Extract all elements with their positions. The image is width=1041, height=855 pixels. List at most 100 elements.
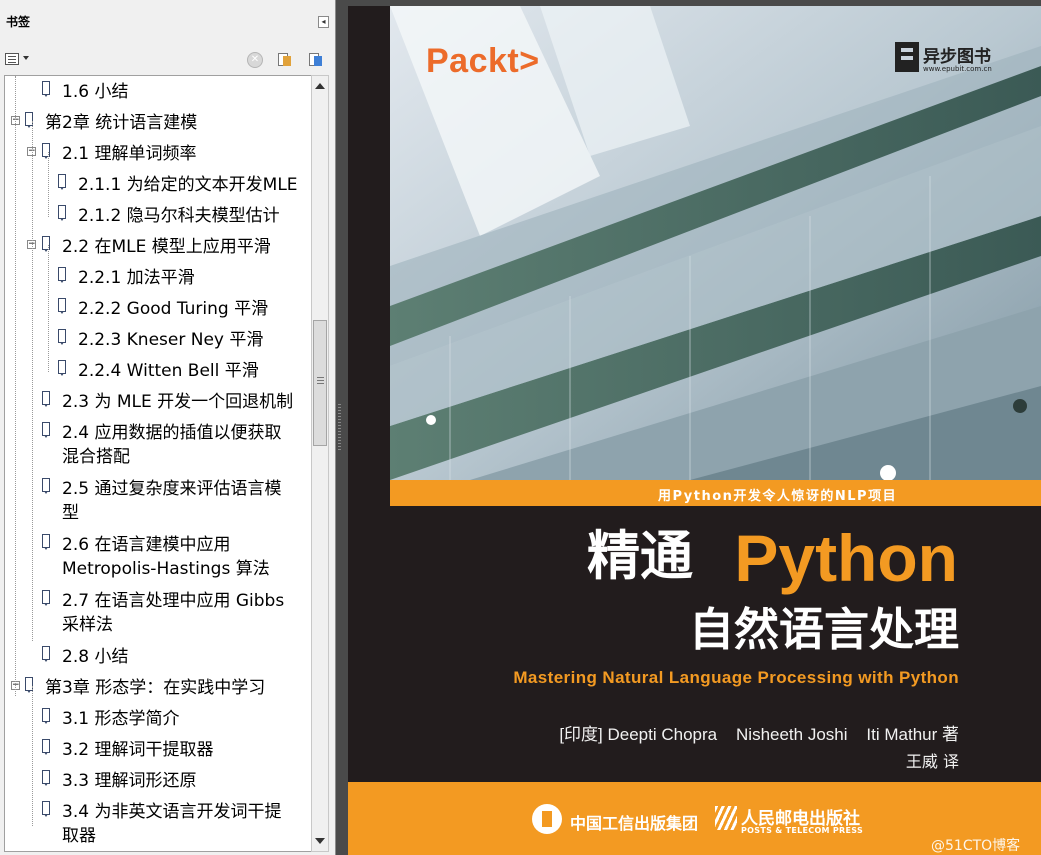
tree-guide-line — [48, 245, 49, 372]
bookmark-label: 2.2 在MLE 模型上应用平滑 — [62, 237, 271, 257]
title-python: Python — [734, 521, 958, 595]
tree-guide-line — [48, 152, 49, 217]
bookmark-icon — [42, 770, 50, 786]
bookmark-label-continued: Metropolis-Hastings 算法 — [62, 559, 270, 579]
bookmark-label: 第3章 形态学：在实践中学习 — [45, 678, 266, 698]
bookmark-icon — [42, 478, 50, 494]
bookmark-icon — [58, 267, 66, 283]
bookmark-icon — [42, 739, 50, 755]
publisher-band: 中国工信出版集团 人民邮电出版社 POSTS & TELECOM PRESS @… — [348, 782, 1041, 855]
bookmark-tree: 1.6 小结 − 第2章 统计语言建模 −2.1 理解单词频率 2.1.1 为给定的文本… — [4, 75, 311, 852]
bookmark-icon — [58, 205, 66, 221]
posts-telecom-logo-icon — [715, 806, 737, 830]
title-line2: 自然语言处理 — [688, 603, 959, 656]
splitter-grip-icon — [338, 404, 341, 450]
bookmark-item[interactable]: 3.4 为非英文语言开发词干提 取器 — [5, 800, 311, 851]
bookmark-item[interactable]: 2.2.1 加法平滑 — [5, 266, 311, 291]
bookmark-label: 第2章 统计语言建模 — [45, 113, 198, 133]
epubit-logo: 异步图书 www.epubit.com.cn — [895, 40, 1015, 80]
bookmark-item[interactable]: 2.8 小结 — [5, 645, 311, 670]
bookmark-label: 2.2.4 Witten Bell 平滑 — [78, 361, 259, 381]
options-icon — [5, 53, 19, 65]
tree-guide-line — [32, 686, 33, 826]
panel-title: 书签 — [6, 15, 31, 29]
tree-guide-line — [15, 76, 16, 696]
bookmark-expand-icon — [314, 56, 322, 66]
panel-header: 书签 ◂ — [0, 0, 335, 40]
bookmark-label: 3.2 理解词干提取器 — [62, 740, 214, 760]
tagline-bar: 用Python开发令人惊讶的NLP项目 — [390, 480, 1041, 506]
publisher-group-name: 中国工信出版集团 — [570, 814, 699, 833]
expand-bookmark-button[interactable] — [307, 52, 323, 68]
publisher-name-en: POSTS & TELECOM PRESS — [741, 826, 864, 835]
bookmark-label-continued: 采样法 — [62, 615, 113, 635]
bookmark-icon — [42, 534, 50, 550]
bookmark-label: 3.3 理解词形还原 — [62, 771, 197, 791]
bookmark-label: 2.2.1 加法平滑 — [78, 268, 195, 288]
bookmark-label: 2.5 通过复杂度来评估语言模 — [62, 479, 282, 499]
tagline: 用Python开发令人惊讶的NLP项目 — [658, 489, 898, 504]
delete-bookmark-button[interactable]: ✕ — [247, 52, 263, 68]
bookmark-label: 2.2.3 Kneser Ney 平滑 — [78, 330, 264, 350]
publisher-group-logo-icon — [532, 804, 562, 834]
bookmark-item[interactable]: 2.2.3 Kneser Ney 平滑 — [5, 328, 311, 353]
title-english: Mastering Natural Language Processing wi… — [513, 668, 959, 687]
bookmark-label-continued: 型 — [62, 503, 79, 523]
bookmark-label: 2.2.2 Good Turing 平滑 — [78, 299, 269, 319]
bookmark-icon — [58, 298, 66, 314]
bookmark-icon — [42, 391, 50, 407]
bookmark-item[interactable]: 2.1.2 隐马尔科夫模型估计 — [5, 204, 311, 229]
bookmark-scrollbar[interactable] — [311, 75, 329, 852]
bookmark-item[interactable]: −2.1 理解单词频率 — [5, 142, 311, 167]
bookmark-item[interactable]: − 第3章 形态学：在实践中学习 — [5, 676, 311, 701]
bookmark-item[interactable]: 3.3 理解词形还原 — [5, 769, 311, 794]
bookmark-label: 2.6 在语言建模中应用 — [62, 535, 231, 555]
bookmark-item[interactable]: 2.7 在语言处理中应用 Gibbs 采样法 — [5, 589, 311, 645]
bookmark-item[interactable]: − 第2章 统计语言建模 — [5, 111, 311, 136]
bookmark-item[interactable]: 2.3 为 MLE 开发一个回退机制 — [5, 390, 311, 415]
book-cover-page: Packt> 异步图书 www.epubit.com.cn 用Python开发令… — [348, 6, 1041, 855]
bookmark-item[interactable]: 2.6 在语言建模中应用 Metropolis-Hastings 算法 — [5, 533, 311, 589]
bookmark-label: 3.1 形态学简介 — [62, 709, 180, 729]
bookmark-icon — [42, 646, 50, 662]
bookmark-label: 1.6 小结 — [62, 82, 129, 102]
scroll-up-arrow-icon[interactable] — [315, 83, 325, 89]
watermark: @51CTO博客 — [931, 838, 1021, 854]
scrollbar-thumb[interactable] — [313, 320, 327, 446]
bookmark-icon — [42, 708, 50, 724]
bookmark-item[interactable]: −2.2 在MLE 模型上应用平滑 — [5, 235, 311, 260]
cover-photo: Packt> 异步图书 www.epubit.com.cn — [390, 6, 1041, 480]
bookmark-item[interactable]: 3.1 形态学简介 — [5, 707, 311, 732]
new-bookmark-button[interactable] — [276, 52, 292, 68]
bookmark-item[interactable]: 3.2 理解词干提取器 — [5, 738, 311, 763]
authors: [印度] Deepti Chopra Nisheeth Joshi Iti Ma… — [559, 725, 959, 744]
bookmark-label: 2.4 应用数据的插值以便获取 — [62, 423, 282, 443]
bookmarks-panel: 书签 ◂ ✕ 1.6 小结 − 第2章 统计语言建模 −2.1 理解单词频率 2.1.1… — [0, 0, 336, 855]
bookmark-label-continued: 取器 — [62, 826, 96, 846]
bookmark-add-icon — [283, 56, 291, 66]
imprint-url: www.epubit.com.cn — [923, 65, 992, 73]
chevron-down-icon — [23, 56, 29, 60]
bookmark-item[interactable]: 2.2.4 Witten Bell 平滑 — [5, 359, 311, 384]
bookmark-label: 2.3 为 MLE 开发一个回退机制 — [62, 392, 294, 412]
collapse-panel-button[interactable]: ◂ — [318, 16, 329, 28]
grip-icon — [317, 377, 324, 378]
bookmark-item[interactable]: 2.2.2 Good Turing 平滑 — [5, 297, 311, 322]
bookmark-label: 3.4 为非英文语言开发词干提 — [62, 802, 282, 822]
bookmark-icon — [58, 360, 66, 376]
bookmark-item[interactable]: 2.1.1 为给定的文本开发MLE — [5, 173, 311, 198]
bookmark-icon — [42, 422, 50, 438]
bookmark-item[interactable]: 2.5 通过复杂度来评估语言模型 — [5, 477, 311, 533]
bookmark-label-continued: 混合搭配 — [62, 447, 130, 467]
imprint-name: 异步图书 — [923, 47, 991, 67]
translator: 王威 译 — [905, 752, 959, 771]
bookmark-icon — [58, 329, 66, 345]
scroll-down-arrow-icon[interactable] — [315, 838, 325, 844]
bookmark-label: 2.1 理解单词频率 — [62, 144, 197, 164]
options-menu-button[interactable] — [5, 52, 33, 68]
tree-guide-line — [32, 121, 33, 641]
bookmarks-toolbar: ✕ — [0, 44, 335, 74]
bookmark-item[interactable]: 1.6 小结 — [5, 80, 311, 105]
bookmark-item[interactable]: 2.4 应用数据的插值以便获取 混合搭配 — [5, 421, 311, 477]
epubit-icon — [895, 42, 919, 72]
